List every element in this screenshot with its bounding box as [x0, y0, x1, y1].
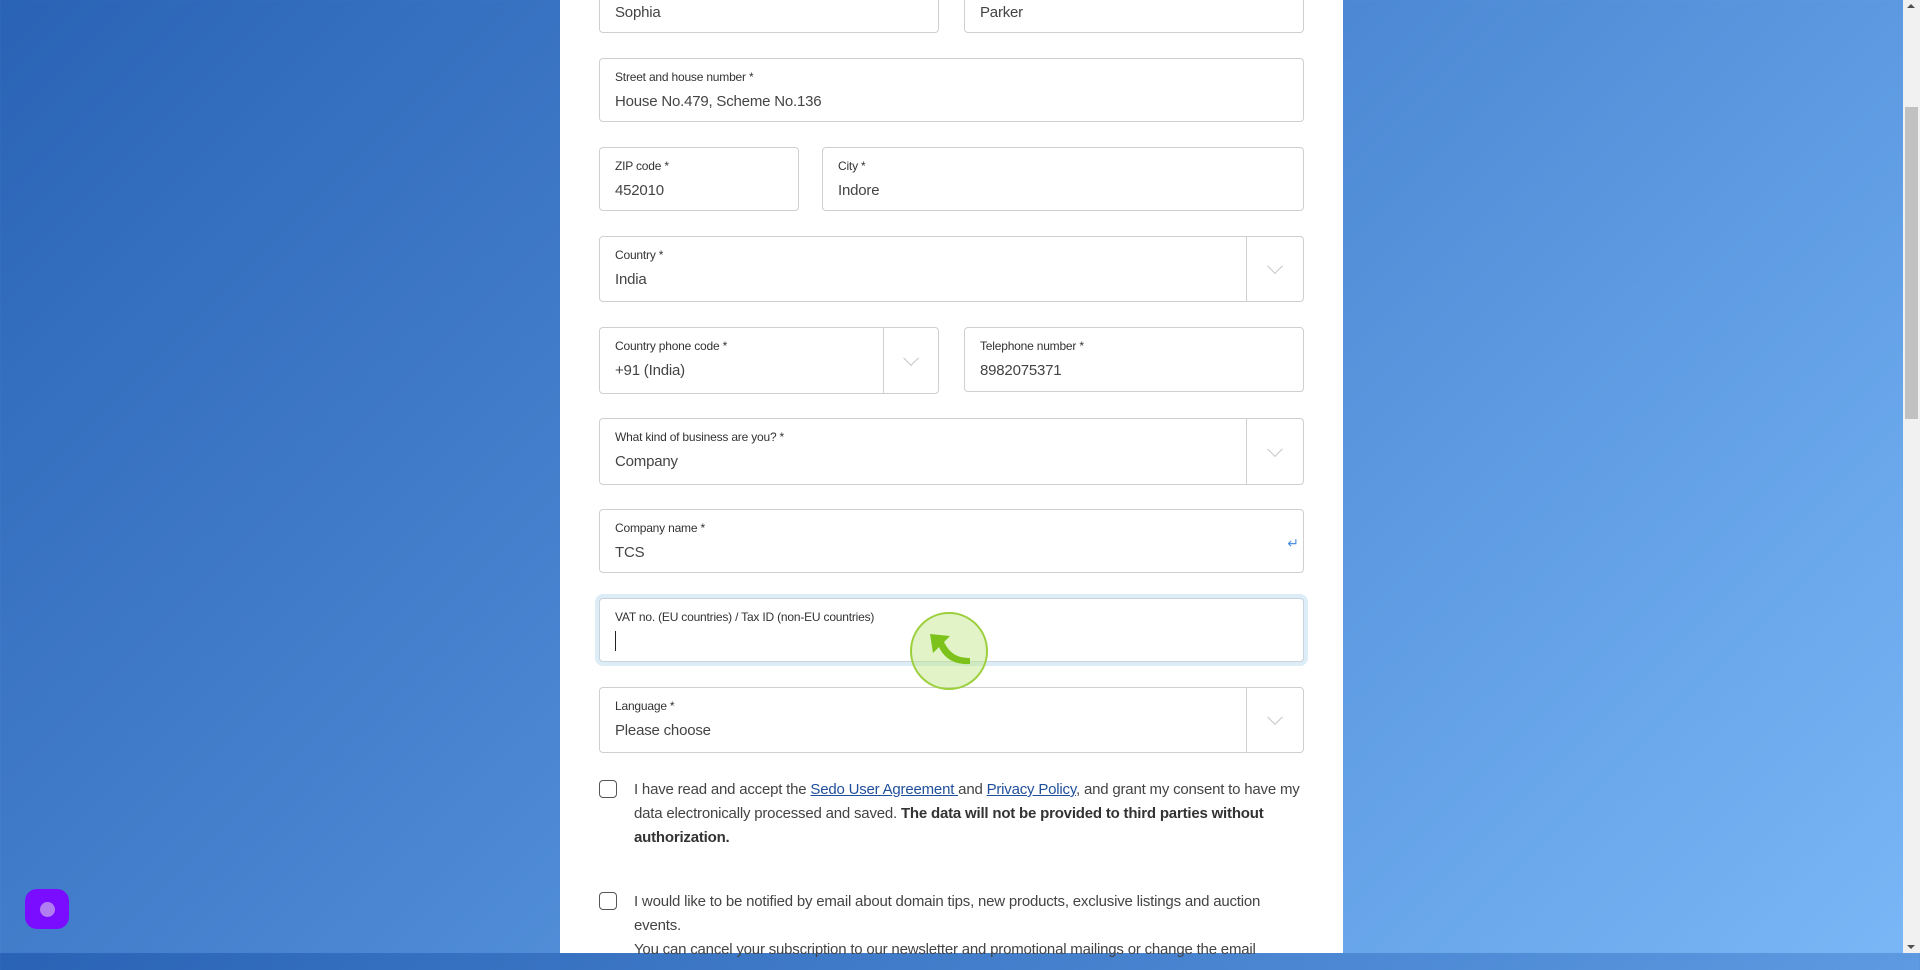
company-name-field[interactable]: Company name * TCS ↵: [599, 509, 1304, 573]
agreement-text-part: and: [958, 781, 987, 798]
chevron-down-icon[interactable]: [903, 349, 919, 366]
agreement-checkbox[interactable]: [599, 780, 617, 798]
zip-field[interactable]: ZIP code * 452010: [599, 147, 799, 211]
language-value: Please choose: [615, 722, 711, 739]
zip-value: 452010: [615, 182, 664, 199]
country-label: Country *: [615, 248, 664, 262]
street-field[interactable]: Street and house number * House No.479, …: [599, 58, 1304, 122]
enter-key-icon: ↵: [1287, 535, 1299, 551]
chat-dot-icon: [40, 902, 55, 917]
business-type-label: What kind of business are you? *: [615, 430, 785, 444]
chevron-down-icon[interactable]: [1267, 709, 1283, 726]
street-label: Street and house number *: [615, 70, 754, 84]
agreement-text: I have read and accept the Sedo User Agr…: [634, 778, 1304, 850]
newsletter-checkbox[interactable]: [599, 892, 617, 910]
telephone-field[interactable]: Telephone number * 8982075371: [964, 327, 1304, 392]
select-divider: [1246, 688, 1247, 752]
first-name-field[interactable]: Sophia: [599, 0, 939, 33]
phone-code-value: +91 (India): [615, 362, 685, 379]
page-scrollbar[interactable]: [1903, 0, 1920, 953]
language-select[interactable]: Language * Please choose: [599, 687, 1304, 753]
country-value: India: [615, 271, 647, 288]
chevron-down-icon[interactable]: [1267, 258, 1283, 275]
agreement-consent: I have read and accept the Sedo User Agr…: [599, 778, 1304, 850]
user-agreement-link[interactable]: Sedo User Agreement: [810, 781, 958, 798]
select-divider: [883, 328, 884, 393]
newsletter-text-line: I would like to be notified by email abo…: [634, 893, 1261, 934]
country-select[interactable]: Country * India: [599, 236, 1304, 302]
privacy-policy-link[interactable]: Privacy Policy: [987, 781, 1077, 798]
language-label: Language *: [615, 699, 675, 713]
last-name-value: Parker: [980, 4, 1023, 21]
telephone-value: 8982075371: [980, 362, 1062, 379]
first-name-value: Sophia: [615, 4, 661, 21]
street-value: House No.479, Scheme No.136: [615, 93, 822, 110]
newsletter-consent: I would like to be notified by email abo…: [599, 890, 1304, 970]
telephone-label: Telephone number *: [980, 339, 1084, 353]
chevron-down-icon[interactable]: [1267, 440, 1283, 457]
newsletter-text: I would like to be notified by email abo…: [634, 890, 1304, 962]
click-highlight-cursor-icon: [910, 612, 988, 690]
company-name-label: Company name *: [615, 521, 705, 535]
newsletter-cancel-text: You can cancel your subscription to our …: [634, 941, 1256, 958]
vat-label: VAT no. (EU countries) / Tax ID (non-EU …: [615, 610, 875, 624]
phone-code-label: Country phone code *: [615, 339, 728, 353]
last-name-field[interactable]: Parker: [964, 0, 1304, 33]
scrollbar-thumb[interactable]: [1905, 107, 1918, 419]
text-caret: [615, 631, 616, 651]
company-name-value: TCS: [615, 544, 645, 561]
city-label: City *: [838, 159, 866, 173]
scroll-down-arrow-icon[interactable]: [1907, 945, 1915, 949]
phone-code-select[interactable]: Country phone code * +91 (India): [599, 327, 939, 394]
agreement-text-part: I have read and accept the: [634, 781, 811, 798]
city-field[interactable]: City * Indore: [822, 147, 1304, 211]
business-type-select[interactable]: What kind of business are you? * Company: [599, 418, 1304, 485]
select-divider: [1246, 419, 1247, 484]
chat-widget-button[interactable]: [25, 889, 69, 929]
zip-label: ZIP code *: [615, 159, 669, 173]
business-type-value: Company: [615, 453, 678, 470]
select-divider: [1246, 237, 1247, 301]
scroll-up-arrow-icon[interactable]: [1907, 4, 1915, 8]
city-value: Indore: [838, 182, 880, 199]
